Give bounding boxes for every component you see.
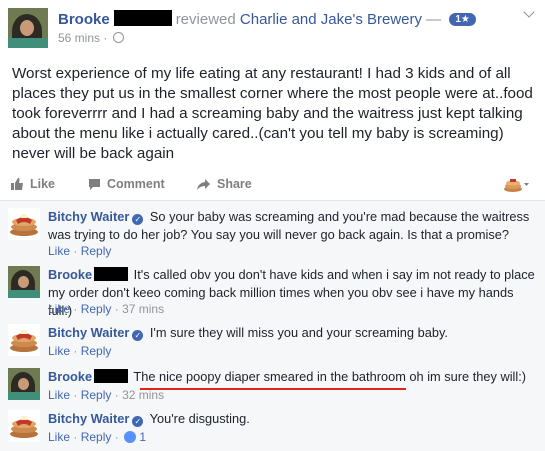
comment-body: The nice poopy diaper smeared in the bat… (133, 369, 527, 384)
share-button[interactable]: Share (196, 174, 252, 194)
like-label: Like (30, 177, 56, 191)
comment-text-block: Bitchy Waiter ✓ You're disgusting. (48, 410, 538, 428)
post-header: Brooke reviewed Charlie and Jake's Brewer… (8, 4, 538, 50)
comment-button[interactable]: Comment (88, 174, 165, 194)
comment-timestamp[interactable]: 37 mins (122, 302, 164, 316)
comment-text-block: Bitchy Waiter ✓ So your baby was screamin… (48, 208, 538, 244)
post-body: Worst experience of my life eating at an… (12, 65, 533, 162)
comment-like-link[interactable]: Like (48, 302, 70, 316)
like-button[interactable]: Like (10, 174, 55, 194)
post-actions: Like Comment Share (0, 174, 545, 196)
speech-bubble-icon (88, 177, 101, 197)
comment-reply-link[interactable]: Reply (81, 244, 112, 258)
commenter-name[interactable]: Brooke (48, 267, 92, 282)
redaction-bar (113, 10, 172, 26)
verified-badge-icon: ✓ (132, 416, 144, 427)
comment-actions: Like · Reply (48, 244, 111, 258)
globe-icon[interactable] (112, 32, 124, 43)
separator-dot: · (73, 430, 78, 444)
comment-text-block: Brooke The nice poopy diaper smeared in … (48, 368, 538, 386)
redaction-bar (94, 369, 129, 383)
comment-like-link[interactable]: Like (48, 388, 70, 402)
commenter-name[interactable]: Brooke (48, 369, 92, 384)
share-arrow-icon (196, 177, 211, 197)
commenter-name[interactable]: Bitchy Waiter (48, 411, 129, 426)
comment-timestamp[interactable]: 32 mins (122, 388, 164, 402)
comment-reply-link[interactable]: Reply (81, 344, 112, 358)
comment-body: You're disgusting. (149, 411, 250, 426)
verified-badge-icon: ✓ (132, 214, 144, 225)
separator-dot: · (73, 388, 78, 402)
commenter-name[interactable]: Bitchy Waiter (48, 325, 129, 340)
thumbs-up-icon (10, 177, 24, 197)
meta-separator: · (103, 31, 108, 45)
post-title-line: Brooke reviewed Charlie and Jake's Brewer… (58, 10, 476, 28)
redaction-bar (94, 267, 129, 281)
comment-reply-link[interactable]: Reply (81, 302, 112, 316)
comment-actions: Like · Reply · 1 (48, 430, 146, 444)
comment-like-link[interactable]: Like (48, 430, 70, 444)
post-verb: reviewed (175, 11, 236, 28)
post-author-link[interactable]: Brooke (58, 11, 110, 28)
chevron-down-icon[interactable] (524, 10, 534, 20)
comment-like-count[interactable]: 1 (139, 430, 146, 444)
comment-body: I'm sure they will miss you and your scr… (149, 325, 448, 340)
comment-like-link[interactable]: Like (48, 344, 70, 358)
commenter-avatar[interactable] (8, 324, 40, 356)
post-meta: 56 mins · (58, 31, 124, 45)
red-highlight-underline (140, 388, 406, 390)
share-label: Share (217, 177, 252, 191)
verified-badge-icon: ✓ (132, 330, 144, 341)
separator-dot: · (114, 302, 119, 316)
separator-dot: · (73, 244, 78, 258)
like-reaction-icon[interactable] (124, 431, 137, 443)
page-link[interactable]: Charlie and Jake's Brewery (240, 11, 422, 28)
commenter-avatar[interactable] (8, 368, 40, 400)
separator-dot: · (73, 344, 78, 358)
comment-text-block: Bitchy Waiter ✓ I'm sure they will miss y… (48, 324, 538, 342)
comment-like-link[interactable]: Like (48, 244, 70, 258)
separator-dash: — (426, 11, 442, 28)
rating-badge: 1★ (449, 13, 476, 26)
comment-actions: Like · Reply · 37 mins (48, 302, 164, 316)
comment-actions: Like · Reply (48, 344, 111, 358)
separator-dot: · (73, 302, 78, 316)
post-timestamp[interactable]: 56 mins (58, 31, 100, 45)
author-avatar[interactable] (8, 8, 48, 48)
separator-dot: · (114, 430, 119, 444)
comment-reply-link[interactable]: Reply (81, 430, 112, 444)
comment-label: Comment (107, 177, 165, 191)
comment-actions: Like · Reply · 32 mins (48, 388, 164, 402)
page-avatar-selector[interactable] (503, 176, 531, 194)
comment-reply-link[interactable]: Reply (81, 388, 112, 402)
commenter-avatar[interactable] (8, 266, 40, 298)
separator-dot: · (114, 388, 119, 402)
commenter-avatar[interactable] (8, 410, 40, 442)
commenter-name[interactable]: Bitchy Waiter (48, 209, 129, 224)
commenter-avatar[interactable] (8, 208, 40, 240)
